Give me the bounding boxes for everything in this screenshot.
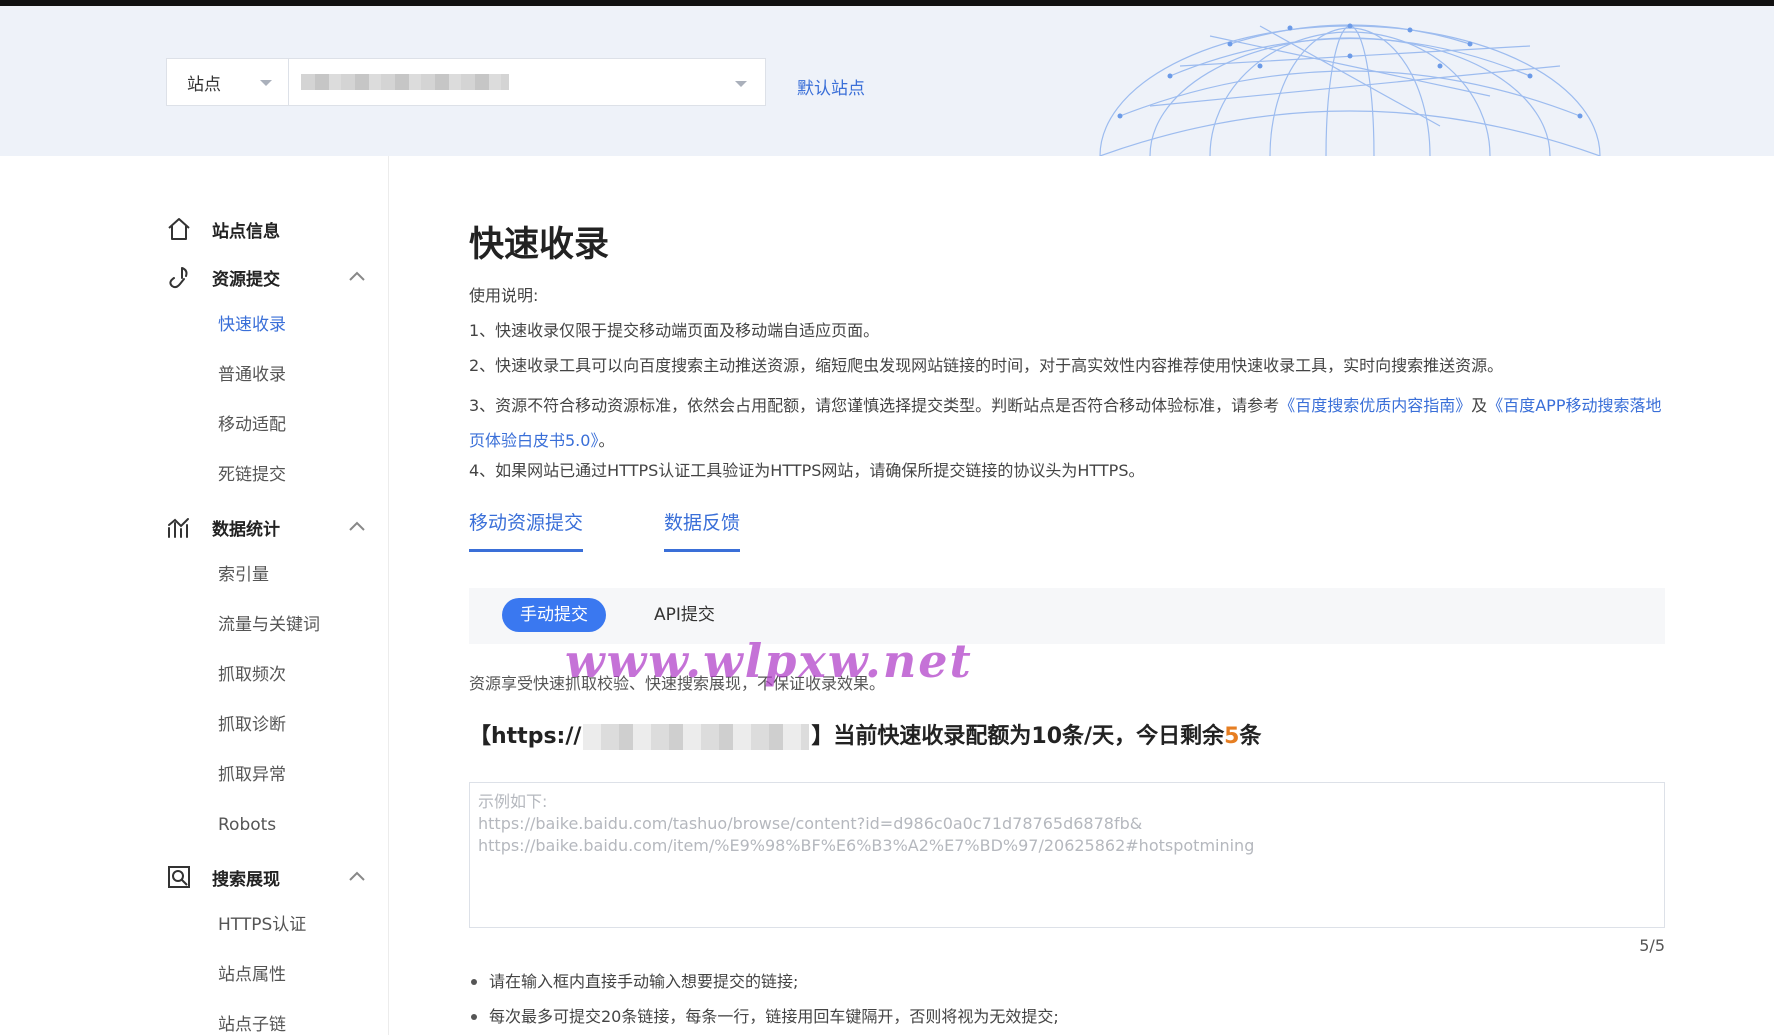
quota-suffix: 条 — [1239, 724, 1262, 749]
tab-mobile-resource-submit[interactable]: 移动资源提交 — [469, 508, 584, 552]
placeholder-line: https://baike.baidu.com/tashuo/browse/co… — [478, 814, 1143, 833]
sidebar-item-crawl-diagnosis[interactable]: 抓取诊断 — [218, 712, 286, 738]
quality-guide-link[interactable]: 《百度搜索优质内容指南》 — [1279, 396, 1471, 415]
header: 站点 默认站点 — [0, 6, 1774, 156]
submit-mode-bar: 手动提交 API提交 — [469, 588, 1665, 644]
instruction-3-mid: 及 — [1471, 396, 1488, 415]
sidebar-item-site-attributes[interactable]: 站点属性 — [218, 962, 286, 988]
site-type-label: 站点 — [187, 74, 221, 95]
list-item: 请在输入框内直接手动输入想要提交的链接; — [469, 964, 1665, 999]
sidebar-item-https-cert[interactable]: HTTPS认证 — [218, 912, 306, 938]
globe-decoration — [1099, 23, 1601, 156]
quota-prefix: 【https:// — [469, 724, 582, 749]
site-selector[interactable]: 站点 — [166, 58, 766, 106]
subtab-api-submit[interactable]: API提交 — [654, 598, 715, 632]
caret-down-icon — [735, 81, 747, 87]
chevron-up-icon[interactable] — [348, 270, 366, 282]
sidebar-item-crawl-errors[interactable]: 抓取异常 — [218, 762, 286, 788]
chevron-up-icon[interactable] — [348, 520, 366, 532]
instruction-1: 1、快速收录仅限于提交移动端页面及移动端自适应页面。 — [469, 321, 880, 340]
sidebar-item-index-count[interactable]: 索引量 — [218, 562, 269, 588]
sidebar-group-label: 站点信息 — [212, 221, 280, 242]
chevron-up-icon[interactable] — [348, 870, 366, 882]
subtab-manual-submit[interactable]: 手动提交 — [502, 598, 606, 632]
default-site-link[interactable]: 默认站点 — [797, 74, 865, 99]
instruction-4: 4、如果网站已通过HTTPS认证工具验证为HTTPS网站，请确保所提交链接的协议… — [469, 461, 1145, 480]
char-counter: 5/5 — [1639, 936, 1665, 955]
sidebar-group-label: 数据统计 — [212, 519, 280, 540]
quota-line: 【https:// 】当前快速收录配额为10条/天，今日剩余5条 — [469, 718, 1261, 750]
caret-down-icon — [260, 80, 272, 86]
sidebar-group-resource-submit[interactable]: 资源提交 — [166, 262, 366, 292]
sidebar-item-fast-index[interactable]: 快速收录 — [218, 312, 286, 338]
placeholder-line: https://baike.baidu.com/item/%E9%98%BF%E… — [478, 836, 1255, 855]
url-input-textarea[interactable]: 示例如下: https://baike.baidu.com/tashuo/bro… — [469, 782, 1665, 928]
description-text: 资源享受快速抓取校验、快速搜索展现，不保证收录效果。 — [469, 674, 886, 693]
sidebar-group-search-display[interactable]: 搜索展现 — [166, 862, 366, 892]
quota-remaining: 5 — [1224, 724, 1240, 749]
instruction-3: 3、资源不符合移动资源标准，依然会占用配额，请您谨慎选择提交类型。判断站点是否符… — [469, 388, 1665, 458]
sidebar-group-site-info[interactable]: 站点信息 — [166, 214, 366, 244]
sidebar-item-robots[interactable]: Robots — [218, 812, 276, 838]
list-item: 每次最多可提交20条链接，每条一行，链接用回车键隔开，否则将视为无效提交; — [469, 999, 1665, 1034]
tips-list: 请在输入框内直接手动输入想要提交的链接; 每次最多可提交20条链接，每条一行，链… — [469, 964, 1665, 1034]
sidebar-item-site-sublinks[interactable]: 站点子链 — [218, 1012, 286, 1035]
sidebar-item-dead-link[interactable]: 死链提交 — [218, 462, 286, 488]
placeholder-line: 示例如下: — [478, 792, 548, 811]
home-icon — [168, 218, 190, 240]
sidebar-divider — [388, 156, 389, 1035]
submit-link-icon — [169, 267, 188, 289]
instruction-3-prefix: 3、资源不符合移动资源标准，依然会占用配额，请您谨慎选择提交类型。判断站点是否符… — [469, 396, 1280, 415]
sidebar-item-crawl-frequency[interactable]: 抓取频次 — [218, 662, 286, 688]
sidebar-item-normal-index[interactable]: 普通收录 — [218, 362, 286, 388]
stats-chart-icon — [168, 518, 189, 538]
site-type-dropdown[interactable]: 站点 — [167, 59, 289, 105]
redacted-site-url — [301, 74, 509, 90]
sidebar-group-data-stats[interactable]: 数据统计 — [166, 512, 366, 542]
instruction-3-suffix: 。 — [598, 431, 615, 450]
site-url-dropdown[interactable] — [289, 59, 765, 105]
tab-data-feedback[interactable]: 数据反馈 — [664, 508, 741, 552]
sidebar-item-mobile-adapt[interactable]: 移动适配 — [218, 412, 286, 438]
sidebar-group-label: 搜索展现 — [212, 869, 280, 890]
page-title: 快速收录 — [469, 225, 610, 265]
sidebar-item-traffic-keywords[interactable]: 流量与关键词 — [218, 612, 320, 638]
instruction-2: 2、快速收录工具可以向百度搜索主动推送资源，缩短爬虫发现网站链接的时间，对于高实… — [469, 356, 1504, 375]
instructions-heading: 使用说明: — [469, 286, 539, 305]
quota-middle: 】当前快速收录配额为10条/天，今日剩余 — [811, 724, 1225, 749]
redacted-url — [583, 724, 810, 750]
search-display-icon — [168, 866, 190, 888]
sidebar-group-label: 资源提交 — [212, 269, 280, 290]
